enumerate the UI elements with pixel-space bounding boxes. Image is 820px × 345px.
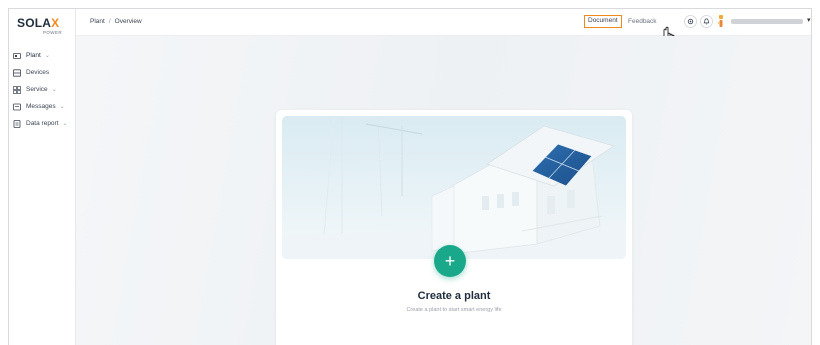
chevron-down-icon: ⌄ (51, 87, 57, 93)
devices-icon (13, 68, 21, 77)
breadcrumb: Plant / Overview (90, 18, 142, 25)
sidebar-nav: Plant ⌄ Devices Service ⌄ Messages ⌄ Dat… (9, 47, 76, 132)
sidebar-item-label: Messages (26, 103, 56, 110)
sidebar-item-messages[interactable]: Messages ⌄ (9, 98, 76, 115)
sidebar-item-label: Plant (26, 52, 41, 59)
chevron-down-icon: ⌄ (59, 104, 65, 110)
breadcrumb-current: Overview (114, 18, 142, 25)
sidebar-item-service[interactable]: Service ⌄ (9, 81, 76, 98)
bell-icon[interactable] (700, 15, 713, 28)
solax-logo[interactable]: SOLAX POWER (17, 15, 73, 37)
chevron-down-icon: ⌄ (44, 53, 50, 59)
top-header: Plant / Overview Document Feedback ▾ (76, 9, 811, 52)
create-plant-card: + Create a plant Create a plant to start… (276, 110, 632, 345)
add-plant-button[interactable]: + (434, 245, 466, 277)
user-name[interactable] (731, 19, 803, 24)
settings-icon[interactable] (684, 15, 697, 28)
caret-down-icon[interactable]: ▾ (807, 16, 811, 24)
plant-icon (13, 52, 21, 60)
sidebar-item-plant[interactable]: Plant ⌄ (9, 47, 76, 64)
chevron-down-icon: ⌄ (62, 121, 68, 127)
breadcrumb-root[interactable]: Plant (90, 18, 105, 25)
sidebar-item-data-report[interactable]: Data report ⌄ (9, 115, 76, 132)
document-link[interactable]: Document (584, 15, 622, 28)
create-plant-title: Create a plant (417, 290, 491, 302)
logo-subtext: POWER (43, 30, 63, 35)
breadcrumb-separator: / (108, 18, 111, 25)
sidebar: SOLAX POWER Plant ⌄ Devices Service ⌄ Me… (9, 9, 76, 345)
feedback-link[interactable]: Feedback (628, 18, 657, 25)
sidebar-item-label: Devices (26, 69, 50, 76)
logo-wordmark: SOLAX (17, 16, 60, 30)
user-avatar[interactable] (716, 15, 726, 28)
main-content: + Create a plant Create a plant to start… (76, 36, 811, 345)
create-plant-subtitle: Create a plant to start smart energy lif… (406, 307, 502, 313)
service-icon (13, 85, 21, 94)
house-solar-illustration (282, 116, 626, 259)
data-report-icon (13, 119, 21, 128)
sidebar-item-label: Data report (26, 120, 59, 127)
app-window: SOLAX POWER Plant ⌄ Devices Service ⌄ Me… (8, 8, 812, 345)
sidebar-item-devices[interactable]: Devices (9, 64, 76, 81)
messages-icon (13, 103, 21, 111)
sidebar-item-label: Service (26, 86, 48, 93)
